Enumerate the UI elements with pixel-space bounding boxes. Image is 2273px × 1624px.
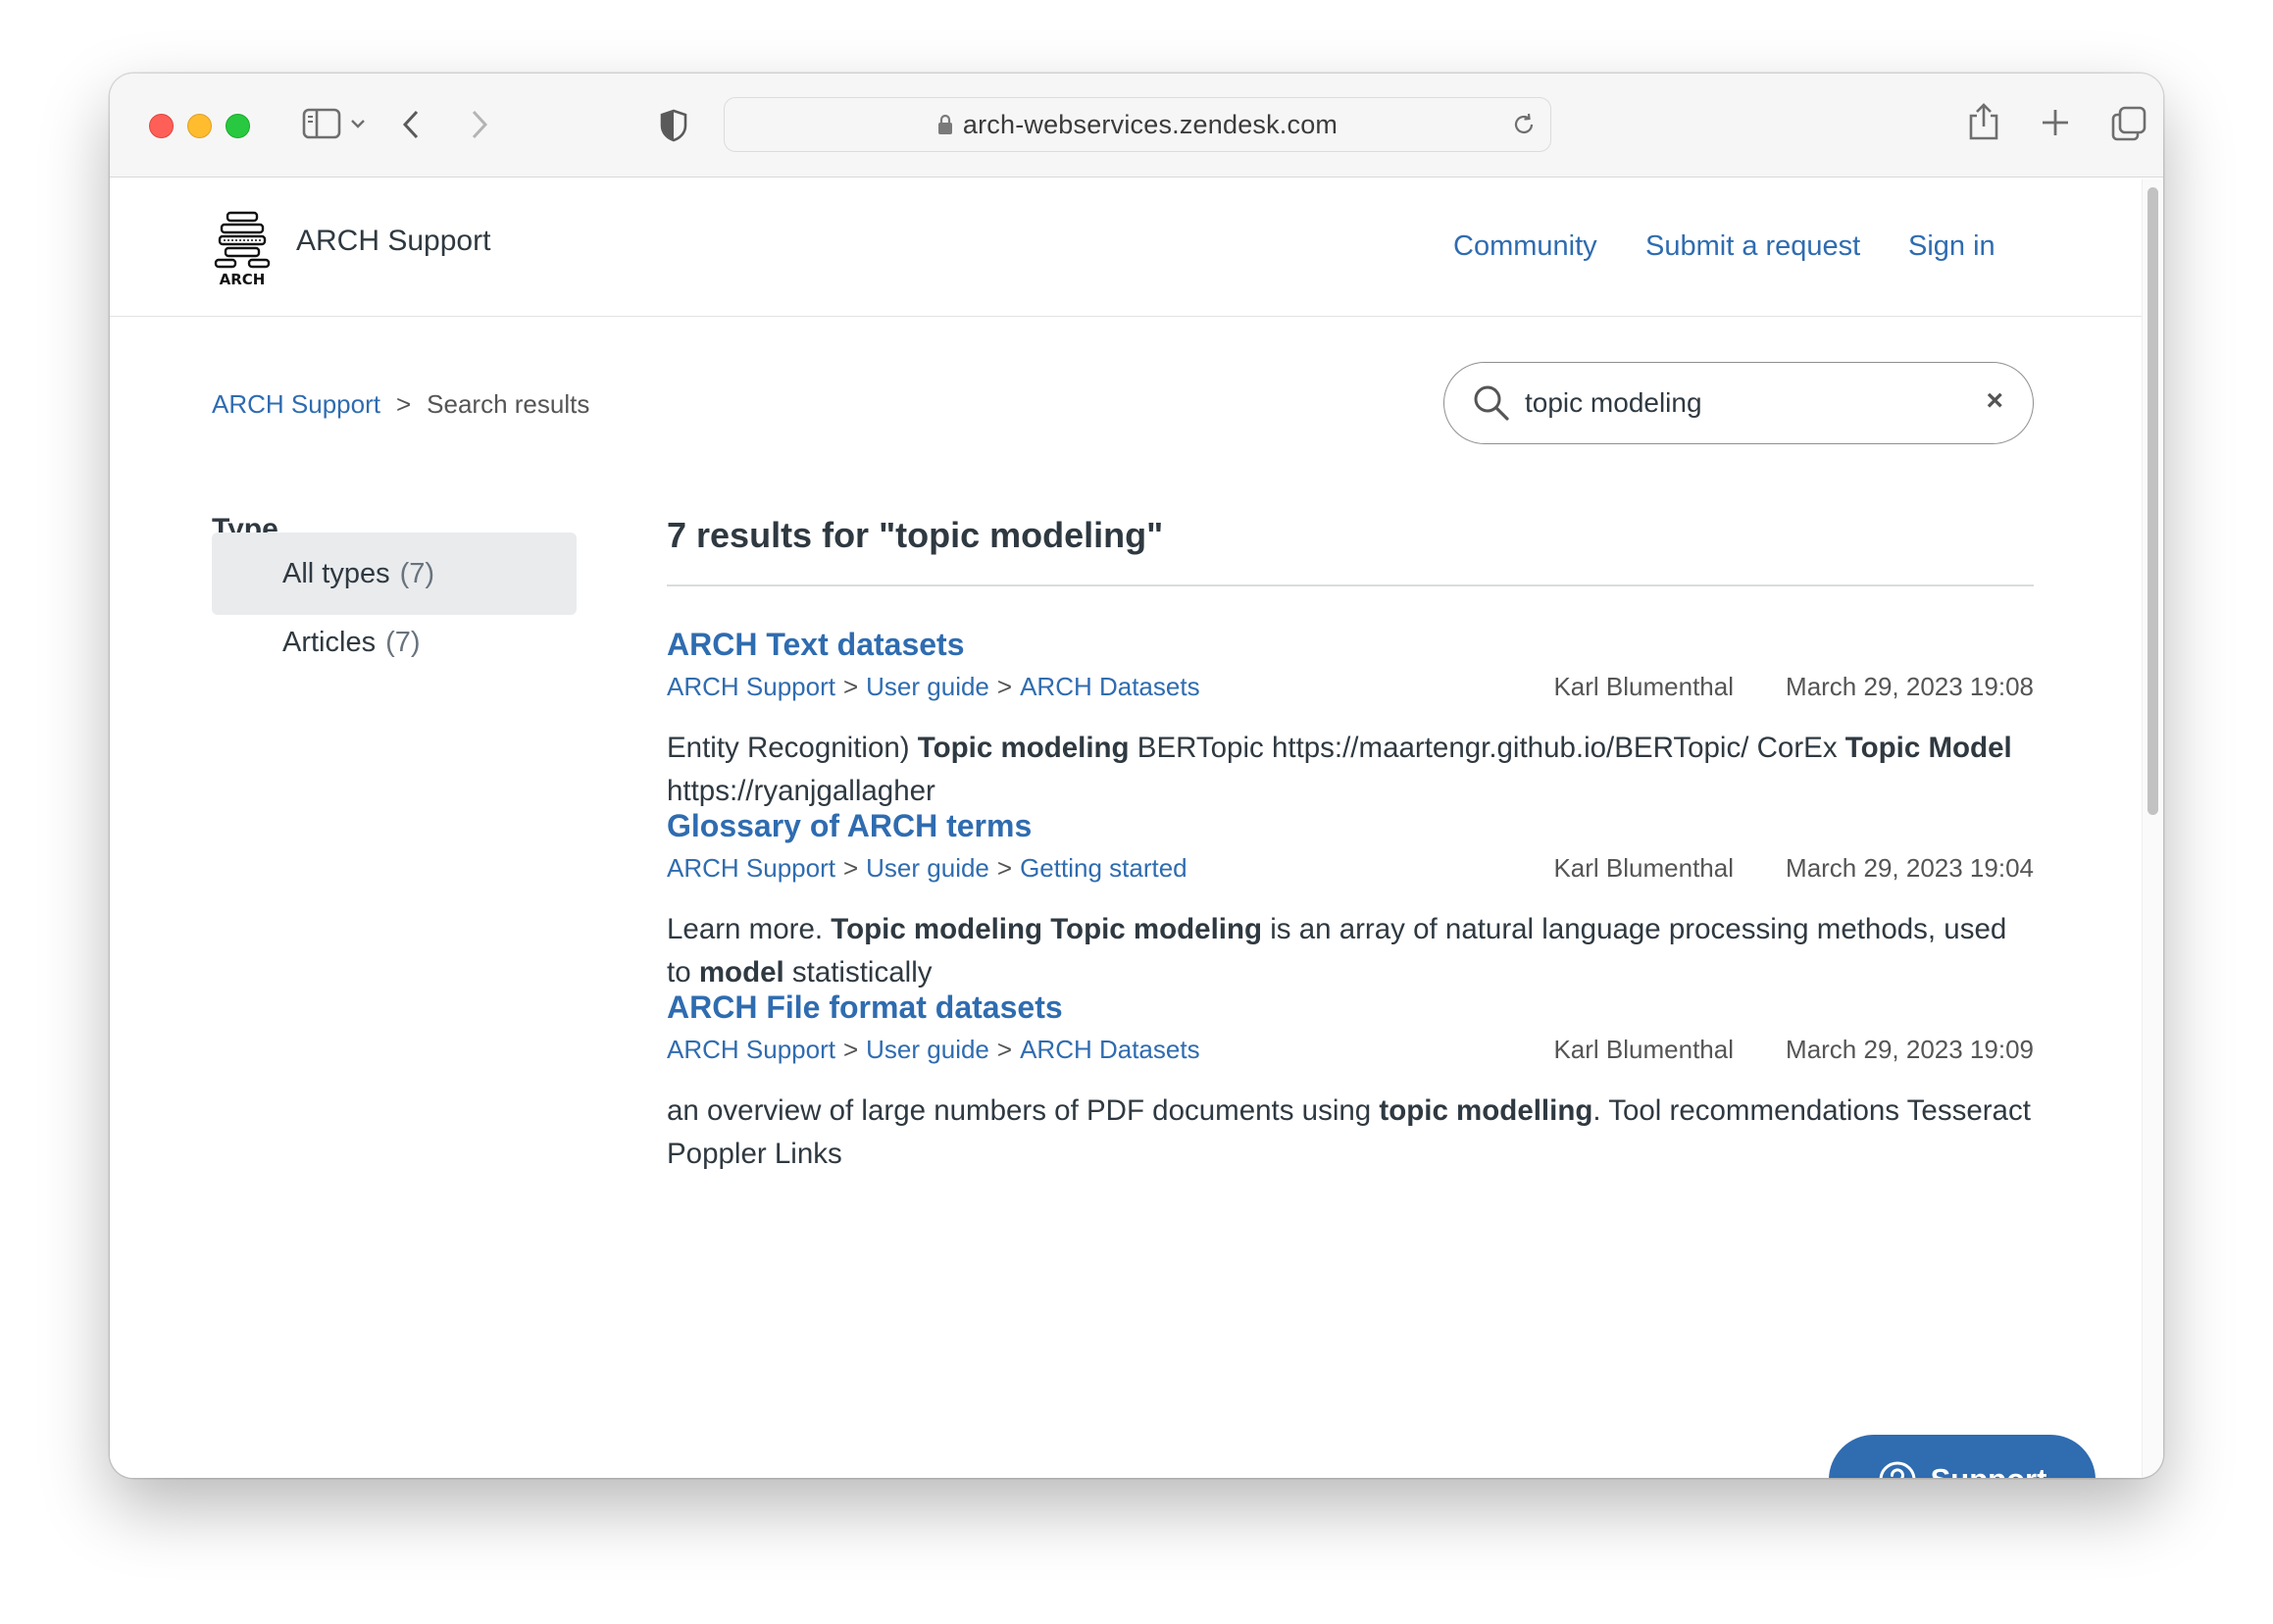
reload-icon[interactable] (1511, 112, 1537, 142)
url-text: arch-webservices.zendesk.com (962, 109, 1339, 139)
nav-community-link[interactable]: Community (1453, 230, 1597, 263)
breadcrumb-separator: > (395, 389, 412, 419)
result-path-link[interactable]: User guide (866, 1035, 989, 1064)
new-tab-plus-icon[interactable] (2040, 107, 2071, 138)
tab-overview-icon[interactable] (2110, 105, 2147, 142)
support-button[interactable]: Support (1829, 1435, 2096, 1478)
result-title-link[interactable]: Glossary of ARCH terms (667, 808, 2034, 849)
results-heading: 7 results for "topic modeling" (667, 515, 1164, 555)
result-date: March 29, 2023 19:09 (1786, 1035, 2034, 1064)
result-path-link[interactable]: ARCH Support (667, 1035, 835, 1064)
result-date: March 29, 2023 19:04 (1786, 853, 2034, 883)
arch-logo[interactable]: ARCH (210, 209, 275, 288)
share-icon[interactable] (1967, 101, 2000, 142)
result-meta: ARCH Support > User guide > Getting started … (667, 851, 2034, 890)
site-header: ARCH ARCH Support Community Submit a req… (110, 179, 2142, 317)
search-result: ARCH Text datasets ARCH Support > User gui… (667, 627, 2034, 813)
help-question-icon (1878, 1460, 1917, 1478)
search-icon (1472, 383, 1511, 428)
page-scrollbar[interactable] (2142, 179, 2163, 1478)
scrollbar-thumb[interactable] (2147, 187, 2158, 815)
result-path-link[interactable]: User guide (866, 853, 989, 883)
sidebar-toggle-icon[interactable] (302, 107, 341, 140)
search-result: Glossary of ARCH terms ARCH Support > User… (667, 808, 2034, 994)
result-path-link[interactable]: ARCH Datasets (1020, 672, 1200, 701)
result-title-link[interactable]: ARCH Text datasets (667, 627, 2034, 668)
result-author: Karl Blumenthal (1553, 1035, 1734, 1064)
browser-window: arch-webservices.zendesk.com ARCH ARCH S… (110, 74, 2163, 1478)
logo-text: ARCH (220, 271, 266, 287)
result-snippet: Entity Recognition) Topic modeling BERTo… (667, 727, 2034, 813)
zoom-window-button[interactable] (226, 114, 250, 138)
result-author: Karl Blumenthal (1553, 672, 1734, 701)
result-path: ARCH Support > User guide > Getting started (667, 853, 1187, 883)
search-result: ARCH File format datasets ARCH Support > U… (667, 990, 2034, 1176)
result-author: Karl Blumenthal (1553, 853, 1734, 883)
filter-count: (7) (399, 557, 435, 589)
snippet-highlight: model (698, 956, 784, 989)
result-title-link[interactable]: ARCH File format datasets (667, 990, 2034, 1031)
support-button-label: Support (1931, 1462, 2047, 1478)
lock-icon (937, 114, 953, 135)
result-meta: ARCH Support > User guide > ARCH Datasets Ka… (667, 1033, 2034, 1072)
snippet-text: statistically (783, 956, 933, 989)
result-path-link[interactable]: ARCH Datasets (1020, 1035, 1200, 1064)
clear-search-icon[interactable]: × (1986, 384, 2003, 418)
close-window-button[interactable] (149, 114, 174, 138)
result-path-link[interactable]: User guide (866, 672, 989, 701)
result-date: March 29, 2023 19:08 (1786, 672, 2034, 701)
result-snippet: Learn more. Topic modeling Topic modelin… (667, 908, 2034, 994)
snippet-text: Entity Recognition) (667, 732, 918, 764)
filter-label: All types (282, 557, 390, 589)
filter-label: Articles (282, 626, 377, 658)
snippet-text: Learn more. (667, 913, 832, 945)
web-page: ARCH ARCH Support Community Submit a req… (110, 179, 2142, 1478)
result-path-link[interactable]: ARCH Support (667, 853, 835, 883)
result-path-link[interactable]: ARCH Support (667, 672, 835, 701)
filter-articles[interactable]: Articles (7) (212, 601, 577, 684)
snippet-text: https://ryanjgallagher (667, 775, 935, 807)
search-box[interactable]: topic modeling × (1443, 362, 2034, 444)
snippet-highlight: Topic modeling (917, 732, 1130, 764)
back-arrow-icon[interactable] (400, 109, 422, 140)
nav-sign-in-link[interactable]: Sign in (1908, 230, 1995, 263)
breadcrumb: ARCH Support > Search results (212, 389, 589, 420)
result-meta: ARCH Support > User guide > ARCH Datasets Ka… (667, 670, 2034, 709)
forward-arrow-icon[interactable] (469, 109, 490, 140)
divider (667, 584, 2034, 586)
snippet-highlight: topic modelling (1379, 1094, 1593, 1127)
nav-submit-request-link[interactable]: Submit a request (1645, 230, 1860, 263)
result-path: ARCH Support > User guide > ARCH Datasets (667, 1035, 1200, 1064)
snippet-text: an overview of large numbers of PDF docu… (667, 1094, 1380, 1127)
snippet-highlight: Topic modeling Topic modeling (831, 913, 1262, 945)
result-path: ARCH Support > User guide > ARCH Datasets (667, 672, 1200, 701)
search-input[interactable]: topic modeling (1525, 387, 1702, 419)
result-path-link[interactable]: Getting started (1020, 853, 1187, 883)
minimize-window-button[interactable] (187, 114, 212, 138)
snippet-text: BERTopic https://maartengr.github.io/BER… (1129, 732, 1845, 764)
snippet-highlight: Topic Model (1844, 732, 2012, 764)
breadcrumb-current: Search results (427, 389, 590, 419)
privacy-shield-icon[interactable] (659, 109, 688, 142)
filter-count: (7) (385, 626, 421, 658)
browser-toolbar: arch-webservices.zendesk.com (110, 74, 2163, 178)
result-snippet: an overview of large numbers of PDF docu… (667, 1090, 2034, 1176)
address-bar[interactable]: arch-webservices.zendesk.com (724, 97, 1551, 152)
breadcrumb-home-link[interactable]: ARCH Support (212, 389, 380, 420)
chevron-down-icon[interactable] (349, 117, 367, 130)
site-name[interactable]: ARCH Support (296, 225, 490, 258)
